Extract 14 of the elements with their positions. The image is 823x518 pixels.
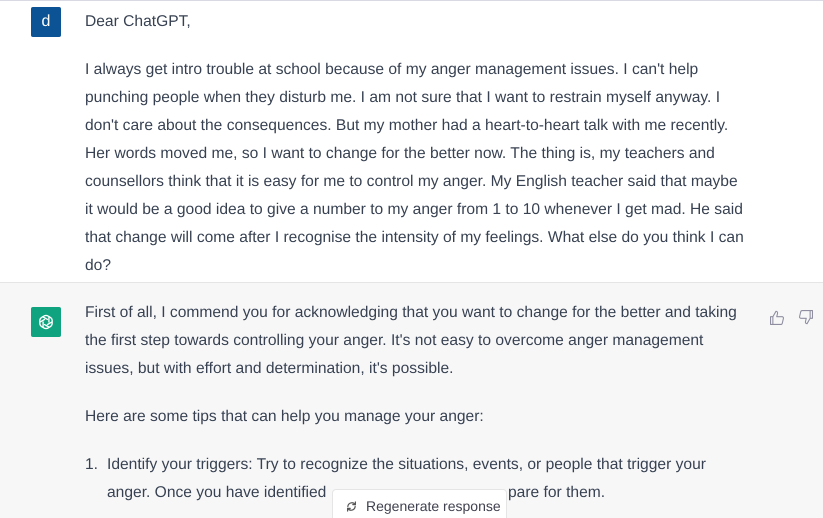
refresh-icon — [345, 500, 358, 513]
list-text: Identify your triggers: Try to recognize the situations, events, or people that trigger your — [107, 455, 706, 475]
list-number: 1. — [85, 455, 100, 475]
logo-icon — [36, 312, 56, 332]
regenerate-button[interactable]: Regenerate response — [332, 489, 507, 518]
list-text: anger. Once you have identified — [107, 483, 328, 503]
thumbs-up-icon — [768, 308, 786, 326]
message-text: Dear ChatGPT, — [85, 12, 192, 32]
thumbs-down-icon — [796, 308, 814, 326]
message-text: I always get intro trouble at school because of my anger management issues. I can't help punching people when they disturb me. I am not sure that I want to restrain myself anyway. I don't care about the consequences. But my mother had a heart-to-heart talk with me recently. Her words moved me, so I want to change for the better now. The thing is, my teachers and counsellors think that it is easy for me to control my anger. My English teacher said that maybe it would be a good idea to give a number to my anger from 1 to 10 whenever I get mad. He said that change will come after I recognise the intensity of my feelings. What else do you think I can do? — [85, 60, 745, 276]
list-text: pare for them. — [508, 483, 606, 503]
message-text: Here are some tips that can help you manage your anger: — [85, 407, 485, 427]
message-text: First of all, I commend you for acknowledging that you want to change for the better and taking the first step towards controlling your anger. It's not easy to overcome anger management issues, but with effort and determination, it's possible. — [85, 303, 738, 379]
user-avatar: d — [31, 7, 61, 37]
